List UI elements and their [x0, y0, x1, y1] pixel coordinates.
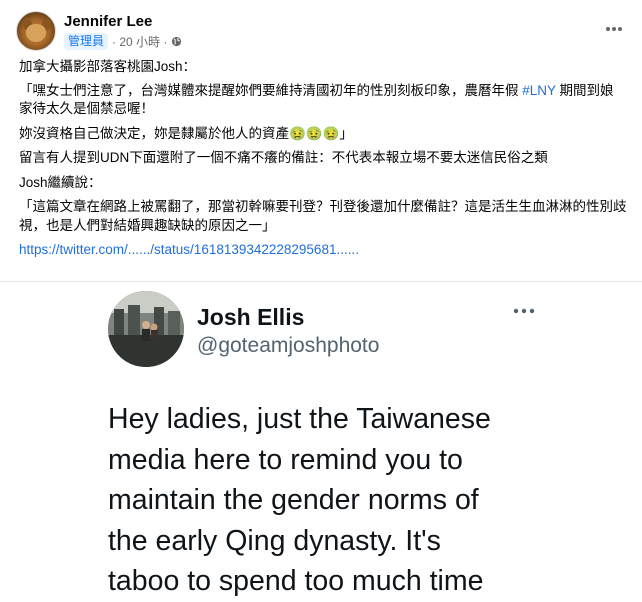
post-line: 「嘿女士們注意了，台灣媒體來提醒妳們要維持清國初年的性別刻板印象，農曆年假 #L…	[19, 82, 614, 117]
post-more-options-icon[interactable]	[602, 19, 626, 39]
post-line: 妳沒資格自己做決定，妳是隸屬於他人的資產🤢🤢🤢」	[19, 125, 353, 141]
hashtag-link[interactable]: #LNY	[522, 83, 556, 98]
post-line: 「這篇文章在網路上被罵翻了，那當初幹嘛要刊登？刊登後還加什麼備註？這是活生生血淋…	[19, 199, 627, 233]
twitter-link[interactable]: https://twitter.com/....../status/161813…	[19, 241, 627, 260]
post-line: 加拿大攝影部落客桃園Josh：	[19, 59, 197, 74]
facebook-post: Jennifer Lee 管理員 · 20 小時 · 加拿大攝影部落客桃園Jos…	[0, 0, 642, 597]
tweet-text-line: Hey ladies, just the Taiwanese	[108, 403, 491, 435]
tweet-screenshot[interactable]: Josh Ellis @goteamjoshphoto Hey ladies, …	[0, 282, 642, 597]
tweet-text-line: taboo to spend too much time	[108, 565, 484, 597]
post-meta: 管理員 · 20 小時 ·	[64, 32, 182, 50]
post-body: 加拿大攝影部落客桃園Josh： 「嘿女士們注意了，台灣媒體來提醒妳們要維持清國初…	[19, 58, 627, 260]
post-timestamp[interactable]: · 20 小時 ·	[112, 33, 167, 50]
post-line: 留言有人提到UDN下面還附了一個不痛不癢的備註：不代表本報立場不要太迷信民俗之類	[19, 150, 548, 165]
tweet-author-handle: @goteamjoshphoto	[197, 334, 380, 357]
author-name[interactable]: Jennifer Lee	[64, 13, 152, 30]
tweet-text-line: the early Qing dynasty. It's	[108, 524, 441, 557]
post-header: Jennifer Lee 管理員 · 20 小時 ·	[16, 11, 626, 53]
tweet-author-name: Josh Ellis	[197, 304, 305, 330]
admin-badge: 管理員	[64, 32, 109, 50]
post-line: Josh繼續說：	[19, 174, 102, 190]
tweet-text: Hey ladies, just the Taiwanese media her…	[108, 399, 608, 602]
tweet-more-icon	[513, 308, 535, 314]
tweet-text-line: media here to remind you to	[108, 443, 463, 476]
tweet-author-avatar	[108, 291, 184, 367]
globe-icon	[172, 36, 182, 46]
tweet-text-line: maintain the gender norms of	[108, 484, 479, 516]
author-avatar[interactable]	[16, 11, 56, 51]
